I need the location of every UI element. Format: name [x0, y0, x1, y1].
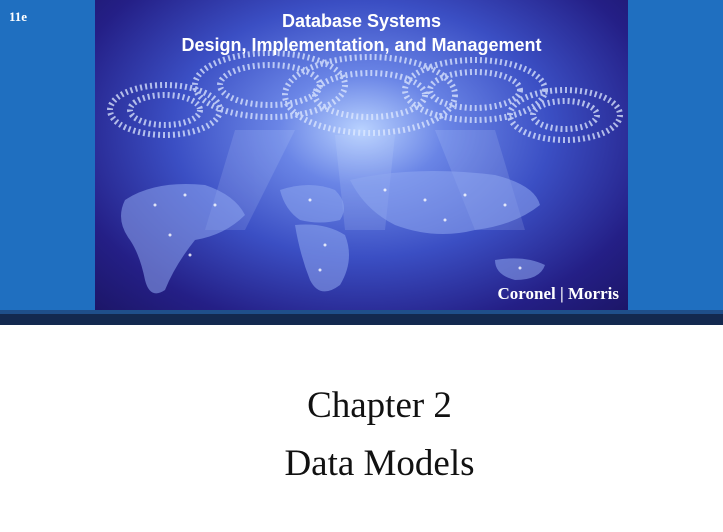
book-title: Database Systems — [281, 11, 442, 31]
divider-bar — [0, 314, 723, 325]
book-subtitle: Design, Implementation, and Management — [181, 35, 542, 55]
book-cover-image: Database Systems Design, Implementation,… — [95, 0, 628, 310]
edition-label: 11e — [9, 9, 28, 24]
chapter-number: Chapter 2 — [307, 385, 452, 426]
chapter-title: Data Models — [284, 443, 475, 484]
book-authors: Coronel | Morris — [497, 284, 619, 303]
